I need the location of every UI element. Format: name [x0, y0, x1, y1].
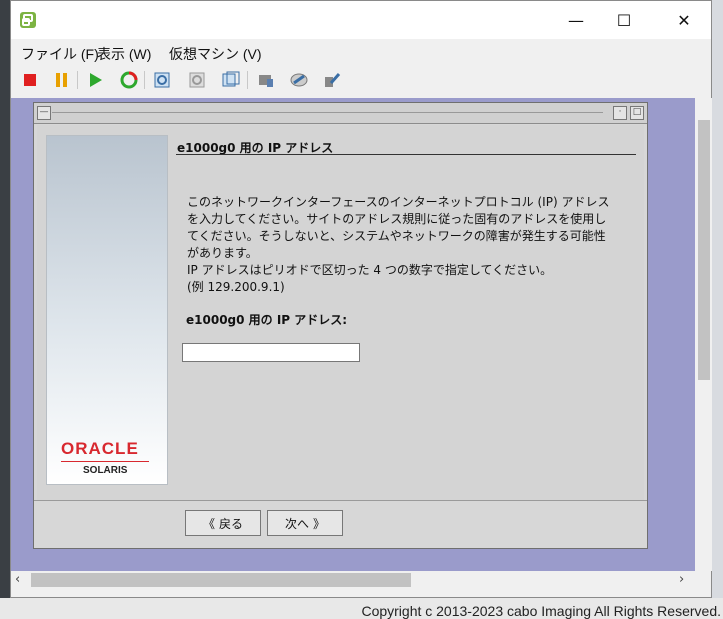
ip-address-input[interactable] — [182, 343, 360, 362]
horizontal-scroll-thumb[interactable] — [31, 573, 411, 587]
ip-address-label: e1000g0 用の IP アドレス: — [186, 313, 348, 327]
title-underline — [176, 154, 636, 155]
footer-divider — [34, 500, 647, 501]
stop-icon[interactable] — [19, 69, 41, 91]
scroll-left-icon[interactable]: ‹ — [15, 572, 20, 587]
vertical-scrollbar[interactable] — [695, 98, 712, 571]
snapshot-icon[interactable] — [151, 69, 173, 91]
toolbar-separator — [144, 71, 145, 89]
instruction-line: を入力してください。サイトのアドレス規則に従った固有のアドレスを使用し — [187, 212, 607, 226]
minimize-button[interactable]: — — [553, 5, 599, 35]
reset-icon[interactable] — [118, 69, 140, 91]
maximize-button[interactable]: ☐ — [601, 5, 647, 35]
back-button-label: 戻る — [219, 516, 244, 531]
oracle-logo-underline — [61, 461, 149, 462]
scroll-right-icon[interactable]: › — [679, 572, 684, 587]
connect-icon[interactable] — [288, 69, 310, 91]
menu-file[interactable]: ファイル (F) — [21, 44, 99, 64]
menu-view[interactable]: 表示 (W) — [97, 44, 151, 64]
menu-vm[interactable]: 仮想マシン (V) — [169, 44, 262, 64]
play-icon[interactable] — [85, 69, 107, 91]
next-button-label: 次へ — [284, 516, 309, 531]
horizontal-scrollbar[interactable]: ‹ › — [11, 571, 695, 589]
instruction-line: があります。 — [187, 246, 258, 260]
manage-snapshots-icon[interactable] — [220, 69, 242, 91]
instruction-line: このネットワークインターフェースのインターネットプロトコル (IP) アドレス — [187, 195, 610, 209]
copyright-text: Copyright c 2013-2023 cabo Imaging All R… — [361, 603, 721, 619]
tools-icon[interactable] — [321, 69, 343, 91]
desktop-background-right — [712, 0, 723, 619]
instruction-line: IP アドレスはピリオドで区切った 4 つの数字で指定してください。 — [187, 263, 553, 277]
toolbar-separator — [77, 71, 78, 89]
vertical-scroll-thumb[interactable] — [698, 120, 710, 380]
dialog-minimize-icon[interactable]: · — [613, 106, 627, 120]
dialog-title-rule — [52, 112, 603, 113]
back-button[interactable]: 《 戻る — [185, 510, 261, 536]
dialog-title-bar[interactable]: — · □ — [34, 103, 647, 124]
dialog-menu-icon[interactable]: — — [37, 106, 51, 120]
app-icon — [20, 12, 36, 28]
installer-dialog: — · □ ORACLE SOLARIS e1000g0 用の IP アドレス … — [33, 102, 648, 549]
revert-icon[interactable] — [186, 69, 208, 91]
vm-window: — ☐ ✕ ファイル (F) 表示 (W) 仮想マシン (V) ‹ › — · … — [10, 0, 712, 598]
instruction-text: このネットワークインターフェースのインターネットプロトコル (IP) アドレス … — [187, 194, 617, 296]
settings-icon[interactable] — [255, 69, 277, 91]
instruction-line: (例 129.200.9.1) — [187, 280, 285, 294]
solaris-logo: SOLARIS — [83, 465, 128, 476]
back-chevron-icon: 《 — [202, 516, 215, 531]
instruction-line: てください。そうしないと、システムやネットワークの障害が発生する可能性 — [187, 229, 606, 243]
next-chevron-icon: 》 — [313, 516, 326, 531]
oracle-logo: ORACLE — [61, 439, 139, 458]
menu-bar: ファイル (F) 表示 (W) 仮想マシン (V) — [11, 39, 711, 65]
dialog-maximize-icon[interactable]: □ — [630, 106, 644, 120]
side-banner: ORACLE SOLARIS — [46, 135, 168, 485]
pause-icon[interactable] — [51, 69, 73, 91]
dialog-body: ORACLE SOLARIS e1000g0 用の IP アドレス このネットワ… — [37, 125, 644, 500]
title-bar[interactable]: — ☐ ✕ — [11, 1, 711, 39]
toolbar-separator — [247, 71, 248, 89]
toolbar — [11, 65, 711, 95]
close-button[interactable]: ✕ — [661, 5, 707, 35]
next-button[interactable]: 次へ 》 — [267, 510, 343, 536]
